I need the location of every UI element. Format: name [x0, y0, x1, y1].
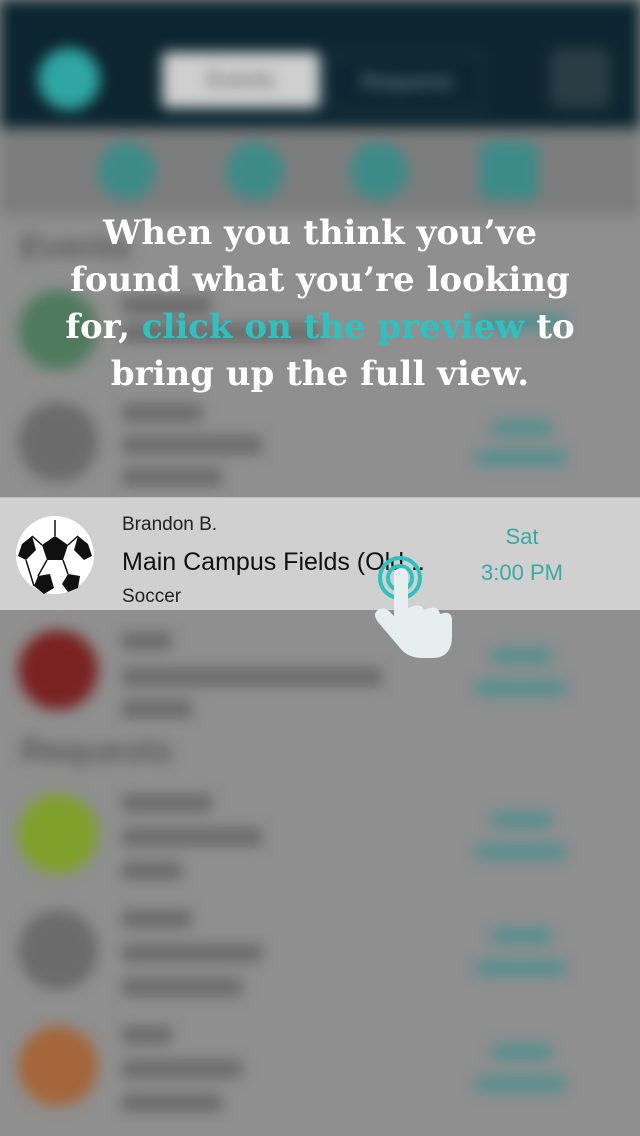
- event-sport: Soccer: [122, 586, 182, 607]
- list-item[interactable]: [0, 612, 640, 724]
- instruction-line-3: for, click on the preview to: [65, 307, 575, 347]
- app-logo-icon[interactable]: [38, 48, 100, 110]
- instruction-line-4: bring up the full view.: [110, 354, 530, 394]
- location-icon[interactable]: [98, 142, 156, 200]
- top-bar: Events Requests: [0, 0, 640, 128]
- avatar: [18, 630, 98, 710]
- profile-icon[interactable]: [350, 142, 408, 200]
- instruction-line-2: found what you’re looking: [70, 260, 570, 300]
- segment-requests-button[interactable]: Requests: [330, 52, 484, 112]
- avatar: [18, 794, 98, 874]
- tutorial-instruction: When you think you’ve found what you’re …: [20, 210, 620, 398]
- event-day: Sat: [505, 524, 539, 549]
- event-time: 3:00 PM: [481, 560, 563, 585]
- tap-hand-icon: [375, 556, 452, 658]
- notifications-icon[interactable]: [226, 142, 284, 200]
- list-item[interactable]: [0, 776, 640, 888]
- section-requests-title: Requests: [20, 732, 174, 770]
- avatar: [18, 402, 98, 482]
- list-item[interactable]: [0, 384, 640, 496]
- avatar: [18, 1026, 98, 1106]
- event-organizer: Brandon B.: [122, 514, 218, 535]
- event-preview-row[interactable]: Brandon B. Main Campus Fields (Old... So…: [0, 497, 640, 610]
- add-event-icon[interactable]: [550, 48, 610, 108]
- calendar-icon[interactable]: [480, 142, 538, 200]
- instruction-line-1: When you think you’ve: [103, 213, 537, 253]
- instruction-highlight: click on the preview: [141, 307, 525, 347]
- list-item[interactable]: [0, 892, 640, 1004]
- segment-events-button[interactable]: Events: [162, 52, 320, 108]
- avatar: [18, 910, 98, 990]
- category-icon-bar: [0, 128, 640, 216]
- soccer-ball-icon: [16, 516, 94, 594]
- list-item[interactable]: [0, 1008, 640, 1120]
